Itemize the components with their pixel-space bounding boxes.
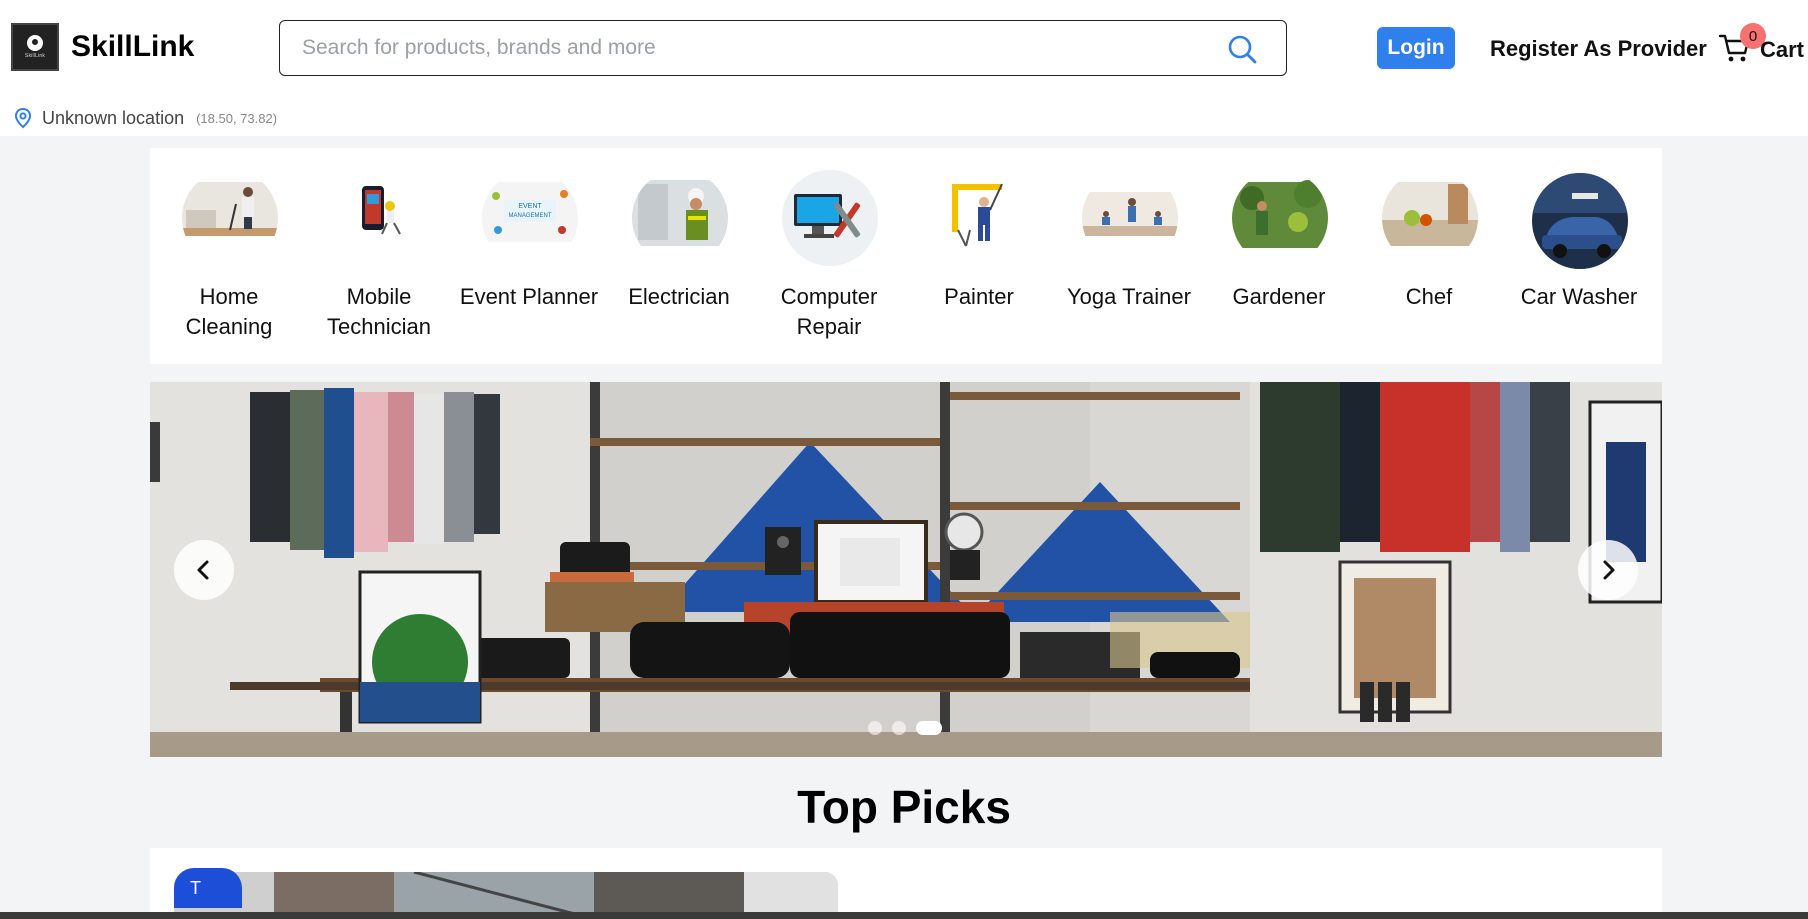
register-provider-link[interactable]: Register As Provider (1490, 36, 1707, 62)
login-button[interactable]: Login (1377, 27, 1455, 69)
category-label: Painter (944, 284, 1014, 309)
svg-text:MANAGEMENT: MANAGEMENT (508, 213, 551, 219)
location-pin-icon (14, 107, 32, 129)
bottom-edge (0, 912, 1808, 919)
chevron-left-icon (197, 560, 209, 580)
search-bar (279, 20, 1287, 76)
brand-logo[interactable]: SkillLink (11, 23, 59, 71)
carousel-dots (868, 721, 942, 735)
painter-photo (932, 170, 1028, 266)
location-indicator[interactable]: Unknown location (18.50, 73.82) (12, 107, 277, 129)
car-washer-photo (1532, 173, 1628, 269)
mobile-technician-photo (332, 170, 428, 266)
event-planner-photo: EVENT MANAGEMENT (482, 170, 578, 266)
carousel-prev-button[interactable] (174, 540, 234, 600)
brand-name[interactable]: SkillLink (71, 30, 194, 64)
home-cleaning-photo (182, 170, 278, 266)
category-label: Electrician (628, 284, 730, 309)
category-label: Yoga Trainer (1067, 284, 1191, 309)
category-label: Event Planner (459, 284, 599, 309)
category-label: Computer Repair (780, 284, 878, 339)
logo-glyph-icon (27, 35, 43, 51)
location-name: Unknown location (42, 107, 185, 128)
svg-text:EVENT: EVENT (518, 203, 542, 210)
top-pick-badge: T (174, 868, 242, 908)
computer-repair-photo (782, 170, 878, 266)
carousel-dot[interactable] (892, 721, 906, 735)
logo-small-text: SkillLink (24, 53, 46, 59)
chef-photo (1382, 170, 1478, 266)
cart-button[interactable]: 0 Cart (1718, 23, 1808, 68)
search-input[interactable] (302, 33, 1202, 63)
category-label: Mobile Technician (327, 284, 431, 339)
top-picks-panel: T (150, 848, 1662, 919)
gardener-photo (1232, 170, 1328, 266)
location-coords: (18.50, 73.82) (196, 110, 278, 126)
carousel-next-button[interactable] (1578, 540, 1638, 600)
category-strip: Home Cleaning Mobile Technician EVENT MA… (150, 148, 1662, 364)
chevron-right-icon (1603, 560, 1615, 580)
electrician-photo (632, 170, 728, 266)
top-picks-title: Top Picks (797, 781, 1011, 833)
category-label: Gardener (1232, 284, 1326, 309)
yoga-trainer-photo (1082, 170, 1178, 266)
category-label: Car Washer (1520, 284, 1638, 309)
category-label: Chef (1405, 284, 1453, 309)
top-header: SkillLink SkillLink Login Register As Pr… (0, 0, 1808, 98)
category-label: Home Cleaning (185, 284, 273, 339)
cart-label: Cart (1760, 37, 1805, 62)
store-interior-photo (150, 382, 1662, 757)
hero-carousel[interactable] (150, 382, 1662, 757)
carousel-dot[interactable] (868, 721, 882, 735)
carousel-dot-active[interactable] (916, 721, 942, 735)
search-icon[interactable] (1226, 33, 1258, 65)
